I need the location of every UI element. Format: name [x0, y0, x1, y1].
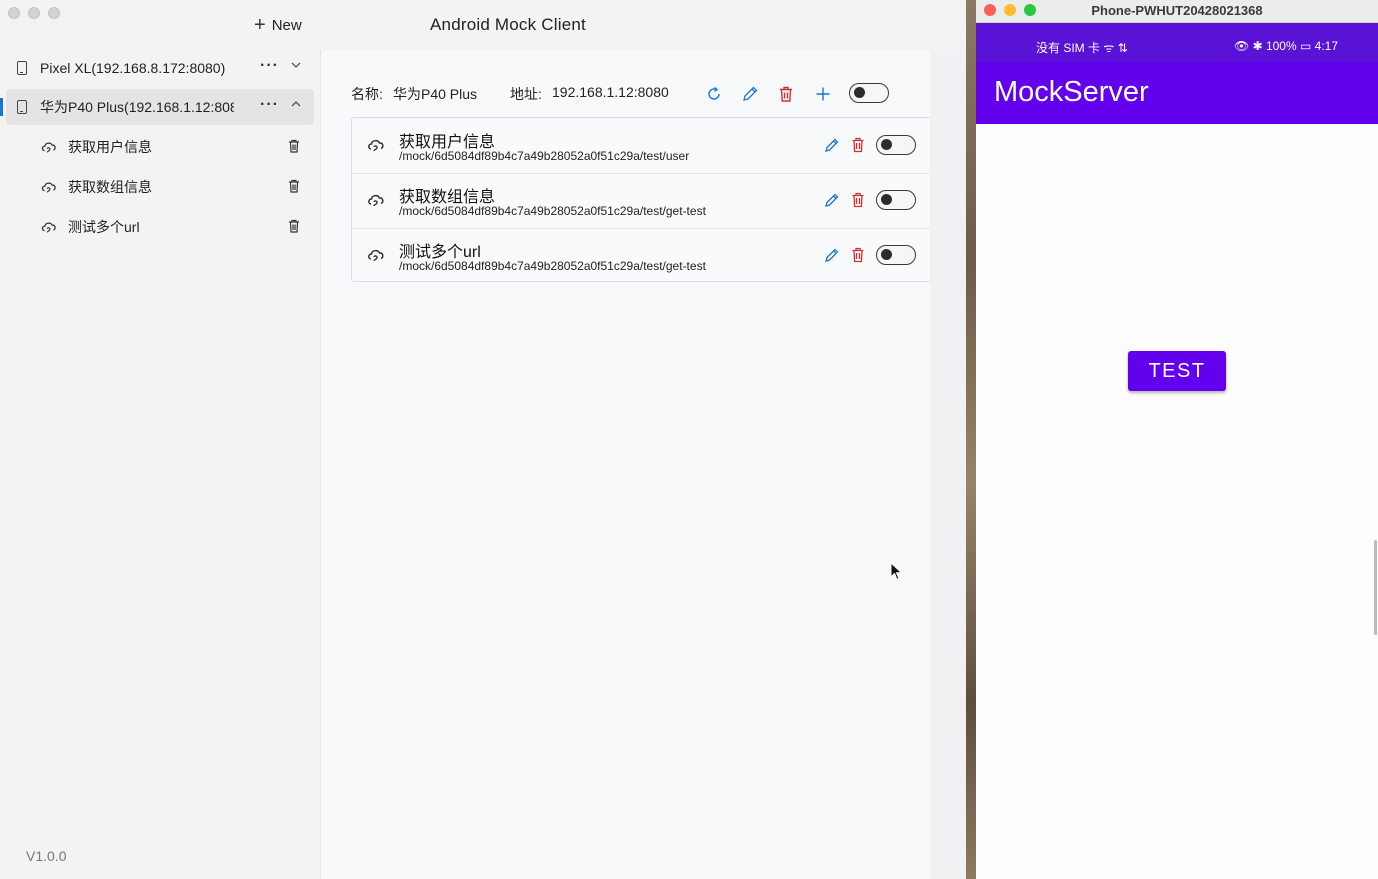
status-left: 没有 SIM 卡 ᯤ ⇅: [1036, 41, 1128, 55]
delete-icon[interactable]: [851, 192, 865, 208]
device-detail-panel: 名称: 华为P40 Plus 地址: 192.168.1.12:8080 获取用…: [320, 50, 936, 879]
toggle-knob: [881, 249, 892, 260]
api-item-label: 测试多个url: [68, 219, 140, 235]
android-app-bar: MockServer: [976, 62, 1378, 124]
plus-icon: +: [254, 14, 266, 36]
sidebar: Pixel XL(192.168.8.172:8080) ··· 华为P40 P…: [0, 50, 320, 879]
maximize-window-button[interactable]: [48, 7, 60, 19]
app-title: Android Mock Client: [430, 15, 586, 34]
device-enable-toggle[interactable]: [849, 83, 889, 103]
api-cloud-icon: [368, 249, 384, 262]
chevron-down-icon[interactable]: [290, 59, 302, 73]
api-cloud-icon: [368, 139, 384, 152]
api-cloud-icon: [41, 222, 56, 233]
edit-icon[interactable]: [824, 247, 840, 263]
minimize-window-button[interactable]: [28, 7, 40, 19]
android-status-bar: 没有 SIM 卡 ᯤ ⇅ 👁 ✱ 100% ▭ 4:17: [976, 23, 1378, 62]
api-cloud-icon: [368, 194, 384, 207]
api-url: /mock/6d5084df89b4c7a49b28052a0f51c29a/t…: [399, 259, 706, 273]
api-cloud-icon: [41, 182, 56, 193]
version-label: V1.0.0: [26, 848, 67, 864]
edit-icon[interactable]: [741, 85, 759, 103]
more-options-icon[interactable]: ···: [260, 57, 279, 75]
name-value: 华为P40 Plus: [393, 86, 478, 102]
window-controls: [8, 7, 60, 19]
api-row: 测试多个url /mock/6d5084df89b4c7a49b28052a0f…: [352, 228, 935, 283]
phone-scrollbar[interactable]: [1374, 540, 1377, 635]
new-device-button[interactable]: + New: [254, 14, 302, 36]
api-enable-toggle[interactable]: [876, 135, 916, 155]
test-button[interactable]: TEST: [1128, 351, 1226, 391]
delete-icon[interactable]: [851, 137, 865, 153]
api-url: /mock/6d5084df89b4c7a49b28052a0f51c29a/t…: [399, 204, 706, 218]
delete-icon[interactable]: [777, 85, 795, 103]
api-row: 获取数组信息 /mock/6d5084df89b4c7a49b28052a0f5…: [352, 173, 935, 229]
api-row: 获取用户信息 /mock/6d5084df89b4c7a49b28052a0f5…: [352, 118, 935, 174]
api-cloud-icon: [41, 142, 56, 153]
phone-titlebar: Phone-PWHUT20428021368: [976, 0, 1378, 23]
delete-icon[interactable]: [851, 247, 865, 263]
add-api-icon[interactable]: [814, 85, 832, 103]
sidebar-device-huawei-p40[interactable]: 华为P40 Plus(192.168.1.12:8080) ···: [6, 89, 314, 125]
phone-icon: [17, 100, 27, 114]
toggle-knob: [881, 194, 892, 205]
phone-window-title: Phone-PWHUT20428021368: [1091, 3, 1263, 18]
toggle-knob: [881, 139, 892, 150]
trash-icon[interactable]: [288, 139, 300, 153]
phone-mirror-window: Phone-PWHUT20428021368 没有 SIM 卡 ᯤ ⇅ 👁 ✱ …: [976, 0, 1378, 879]
api-enable-toggle[interactable]: [876, 190, 916, 210]
titlebar: + New Android Mock Client: [0, 0, 966, 50]
close-window-button[interactable]: [8, 7, 20, 19]
sidebar-api-item[interactable]: 获取用户信息: [40, 133, 310, 161]
api-enable-toggle[interactable]: [876, 245, 916, 265]
api-item-label: 获取数组信息: [68, 179, 152, 195]
name-label: 名称:: [351, 86, 383, 102]
sidebar-api-item[interactable]: 测试多个url: [40, 213, 310, 241]
device-label: Pixel XL(192.168.8.172:8080): [40, 60, 226, 76]
mouse-cursor-icon: [890, 562, 903, 581]
new-button-label: New: [271, 16, 302, 34]
address-value: 192.168.1.12:8080: [552, 84, 669, 100]
scroll-gutter: [930, 50, 966, 879]
status-right: 👁 ✱ 100% ▭ 4:17: [1234, 39, 1339, 53]
chevron-up-icon[interactable]: [290, 98, 302, 112]
android-app-title: MockServer: [994, 76, 1149, 108]
sidebar-device-pixel-xl[interactable]: Pixel XL(192.168.8.172:8080) ···: [6, 50, 314, 86]
mock-client-window: + New Android Mock Client Pixel XL(192.1…: [0, 0, 966, 879]
trash-icon[interactable]: [288, 179, 300, 193]
device-label: 华为P40 Plus(192.168.1.12:8080): [40, 99, 234, 115]
api-list: 获取用户信息 /mock/6d5084df89b4c7a49b28052a0f5…: [351, 117, 936, 282]
address-label: 地址:: [510, 86, 542, 102]
api-url: /mock/6d5084df89b4c7a49b28052a0f51c29a/t…: [399, 149, 690, 163]
api-item-label: 获取用户信息: [68, 139, 152, 155]
refresh-icon[interactable]: [705, 85, 723, 103]
phone-icon: [17, 61, 27, 75]
edit-icon[interactable]: [824, 192, 840, 208]
sidebar-api-item[interactable]: 获取数组信息: [40, 173, 310, 201]
more-options-icon[interactable]: ···: [260, 96, 279, 114]
edit-icon[interactable]: [824, 137, 840, 153]
trash-icon[interactable]: [288, 219, 300, 233]
toggle-knob: [854, 87, 865, 98]
